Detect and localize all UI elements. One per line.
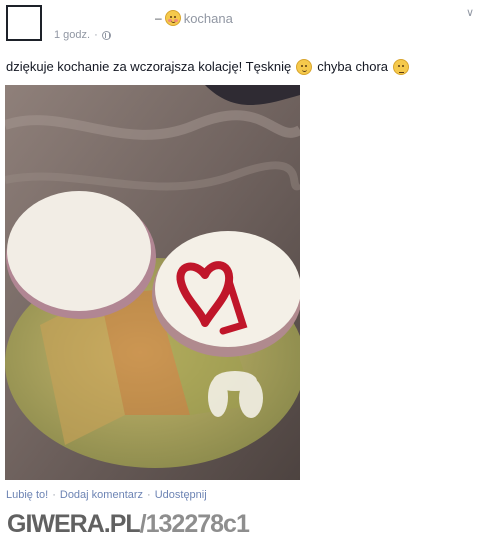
post-timestamp[interactable]: 1 godz. bbox=[54, 29, 90, 41]
post-meta: 1 godz. · bbox=[54, 28, 111, 42]
chevron-down-icon[interactable]: ∨ bbox=[463, 7, 477, 19]
globe-icon[interactable] bbox=[101, 30, 111, 40]
post-actions: Lubię to! · Dodaj komentarz · Udostępnij bbox=[6, 487, 207, 503]
post-message: dziękuje kochanie za wczorajsza kolację!… bbox=[6, 57, 476, 77]
blushing-face-icon bbox=[164, 10, 181, 26]
author-avatar[interactable] bbox=[6, 5, 42, 41]
post-photo[interactable] bbox=[5, 85, 300, 480]
share-link[interactable]: Udostępnij bbox=[155, 489, 207, 501]
author-name-link[interactable]: kochana bbox=[184, 11, 233, 26]
site-watermark: GIWERA.PL /132278c1 bbox=[7, 509, 250, 538]
post-message-part2: chyba chora bbox=[317, 59, 389, 74]
author-line: – kochana bbox=[155, 9, 233, 27]
sandwich-heart-ketchup-photo bbox=[5, 85, 300, 480]
author-prefix: – bbox=[155, 11, 162, 25]
watermark-site: GIWERA.PL bbox=[7, 509, 141, 538]
like-link[interactable]: Lubię to! bbox=[6, 489, 48, 501]
winking-face-icon bbox=[296, 59, 313, 75]
watermark-id: /132278c1 bbox=[139, 509, 250, 538]
actions-separator: · bbox=[147, 489, 151, 501]
post-message-part1: dziękuje kochanie za wczorajsza kolację!… bbox=[6, 59, 292, 74]
neutral-face-icon bbox=[393, 59, 410, 75]
comment-link[interactable]: Dodaj komentarz bbox=[60, 489, 143, 501]
actions-separator: · bbox=[52, 489, 56, 501]
meta-separator: · bbox=[94, 29, 98, 41]
